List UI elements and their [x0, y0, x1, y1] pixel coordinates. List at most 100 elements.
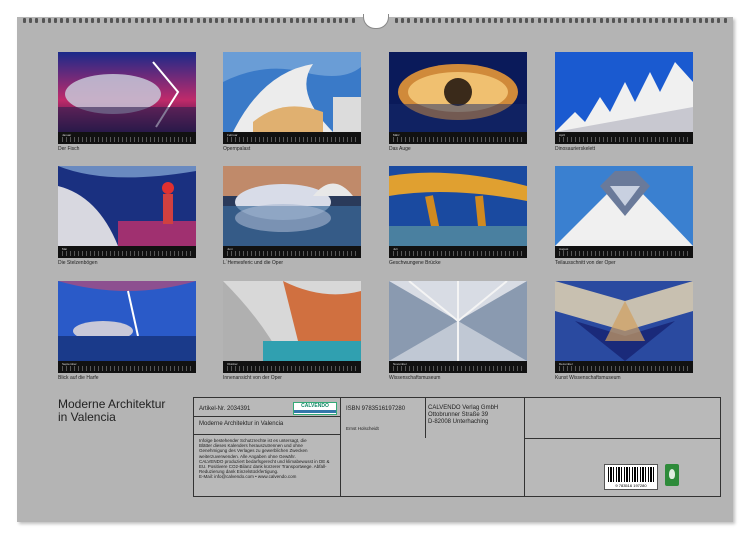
photo-hemesferic-oper	[223, 166, 361, 246]
wire-loop	[419, 18, 423, 23]
wire-loop	[41, 18, 45, 23]
month-thumb-10[interactable]: Oktober Innenansicht von der Oper	[223, 281, 361, 381]
month-thumb-2[interactable]: Februar Opernpalast	[223, 52, 361, 152]
wire-loop	[401, 18, 405, 23]
wire-loop	[122, 18, 126, 23]
wire-loop	[537, 18, 541, 23]
wire-loop	[295, 18, 299, 23]
wire-loop	[494, 18, 498, 23]
wire-loop	[469, 18, 473, 23]
wire-loop	[159, 18, 163, 23]
caption: Blick auf die Harfe	[58, 375, 99, 381]
wire-loop	[97, 18, 101, 23]
wire-loop	[308, 18, 312, 23]
wire-loop	[432, 18, 436, 23]
wire-loop	[277, 18, 281, 23]
wire-loop	[481, 18, 485, 23]
wire-loop	[78, 18, 82, 23]
wire-loop	[593, 18, 597, 23]
wire-loop	[252, 18, 256, 23]
photo-stelzenboegen	[58, 166, 196, 246]
month-thumb-6[interactable]: Juni L´Hemesferic und die Oper	[223, 166, 361, 266]
wire-loop	[705, 18, 708, 23]
wire-loop	[457, 18, 460, 23]
caption: Innenansicht von der Oper	[223, 375, 282, 381]
wire-loop	[190, 18, 194, 23]
photo-das-auge	[389, 52, 527, 132]
photo-der-fisch	[58, 52, 196, 132]
wire-loop	[240, 18, 243, 23]
wire-loop	[72, 18, 76, 23]
photo-opernpalast	[223, 52, 361, 132]
calvendo-logo: CALVENDO	[293, 402, 337, 415]
recycling-icon	[665, 464, 679, 486]
wire-loop	[587, 18, 591, 23]
caption: Geschwungene Brücke	[389, 260, 441, 266]
article-number: Artikel-Nr. 2034391	[199, 406, 251, 412]
publisher-address: CALVENDO Verlag GmbH Ottobrunner Straße 3…	[428, 405, 498, 426]
legal-text: Infolge bestehender Schutzrechte ist es …	[199, 438, 329, 480]
wire-loop	[233, 18, 237, 23]
month-thumb-9[interactable]: September Blick auf die Harfe	[58, 281, 196, 381]
wire-loop	[450, 18, 454, 23]
month-thumb-3[interactable]: März Das Auge	[389, 52, 527, 152]
caption: Die Stelzenbögen	[58, 260, 98, 266]
wire-loop	[506, 18, 510, 23]
wire-loop	[333, 18, 336, 23]
wire-loop	[581, 18, 584, 23]
caption: L´Hemesferic und die Oper	[223, 260, 284, 266]
wire-loop	[463, 18, 467, 23]
month-thumb-5[interactable]: Mai Die Stelzenbögen	[58, 166, 196, 266]
wire-loop	[289, 18, 293, 23]
wire-loop	[165, 18, 169, 23]
wire-loop	[624, 18, 628, 23]
wire-loop	[438, 18, 442, 23]
publisher-line: CALVENDO Verlag GmbH	[428, 405, 499, 411]
month-thumb-12[interactable]: Dezember Kunst Wissenschaftsmuseum	[555, 281, 693, 381]
wire-loop	[519, 18, 522, 23]
product-title: Moderne Architektur in Valencia	[199, 421, 284, 427]
wire-loop	[525, 18, 529, 23]
caption: Wissenschaftsmuseum	[389, 375, 441, 381]
wire-loop	[574, 18, 578, 23]
photo-innenansicht-oper	[223, 281, 361, 361]
wire-loop	[153, 18, 157, 23]
calendar-strip: April	[555, 132, 693, 144]
legal-line: E-Mail: info@calvendo.com • www.calvendo…	[199, 474, 297, 480]
wire-loop	[85, 18, 88, 23]
wire-loop	[351, 18, 355, 23]
calendar-strip: November	[389, 361, 527, 373]
title-line-2: in Valencia	[58, 410, 116, 424]
product-info-box: Artikel-Nr. 2034391 CALVENDO Moderne Arc…	[193, 397, 721, 497]
caption: Dinosaurierskelett	[555, 146, 596, 152]
calendar-strip: Mai	[58, 246, 196, 258]
wire-loop	[326, 18, 330, 23]
wire-loop	[320, 18, 324, 23]
month-thumb-11[interactable]: November Wissenschaftsmuseum	[389, 281, 527, 381]
wire-loop	[171, 18, 175, 23]
wire-loop	[407, 18, 411, 23]
wire-loop	[655, 18, 659, 23]
month-thumb-4[interactable]: April Dinosaurierskelett	[555, 52, 693, 152]
wire-loop	[54, 18, 57, 23]
wire-loop	[475, 18, 479, 23]
wire-loop	[723, 18, 727, 23]
caption: Kunst Wissenschaftsmuseum	[555, 375, 621, 381]
wire-loop	[636, 18, 640, 23]
wire-loop	[178, 18, 181, 23]
wire-loop	[605, 18, 609, 23]
caption: Der Fisch	[58, 146, 80, 152]
publisher-line: Ottobrunner Straße 39	[428, 412, 489, 418]
wire-loop	[246, 18, 250, 23]
month-thumb-8[interactable]: August Teilausschnitt von der Oper	[555, 166, 693, 266]
caption: Opernpalast	[223, 146, 251, 152]
month-thumb-7[interactable]: Juli Geschwungene Brücke	[389, 166, 527, 266]
wire-loop	[630, 18, 634, 23]
wire-loop	[283, 18, 287, 23]
month-thumb-1[interactable]: Januar Der Fisch	[58, 52, 196, 152]
wire-loop	[649, 18, 653, 23]
calendar-strip: Dezember	[555, 361, 693, 373]
wire-loop	[692, 18, 696, 23]
wire-loop	[109, 18, 113, 23]
wire-loop	[345, 18, 349, 23]
